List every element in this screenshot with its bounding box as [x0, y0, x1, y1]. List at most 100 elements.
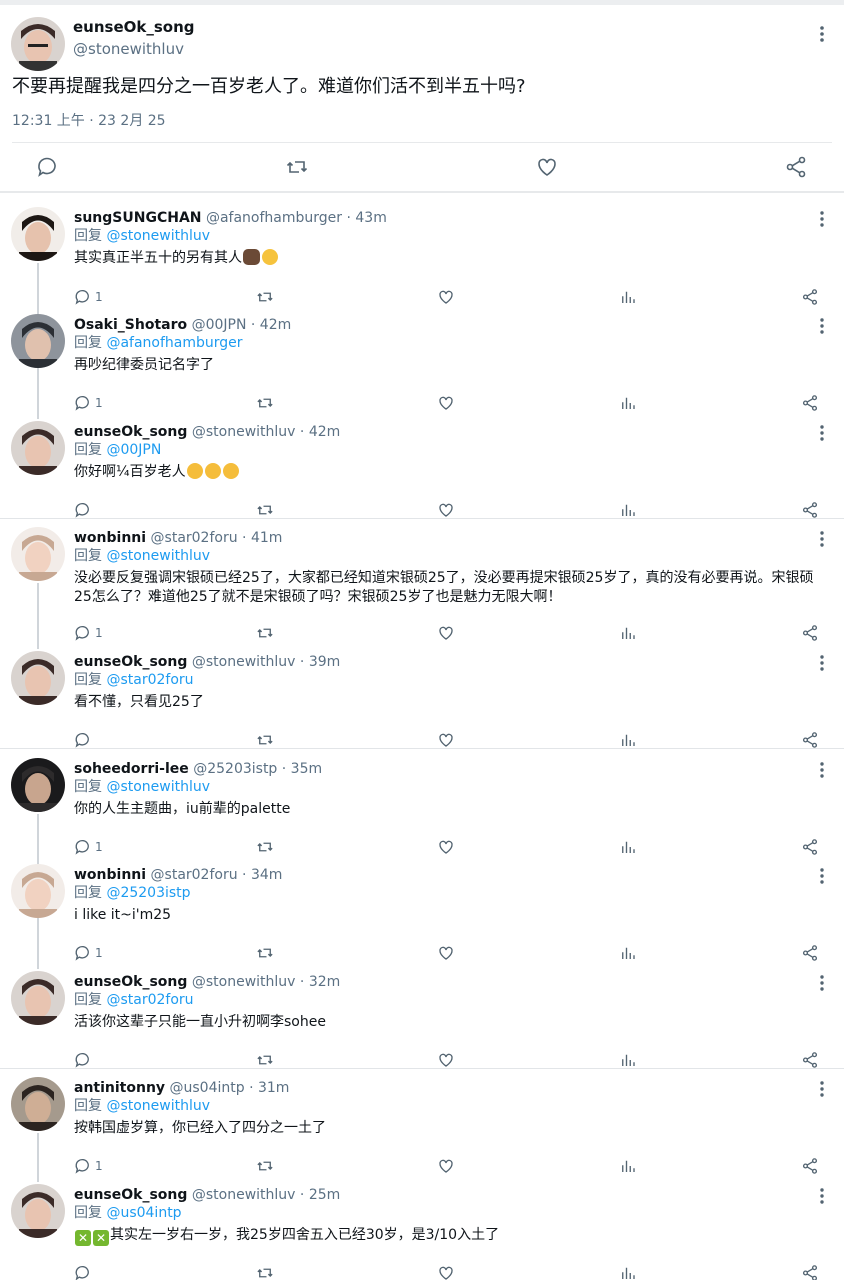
avatar[interactable]: [11, 17, 65, 71]
replying-to-handle[interactable]: @25203istp: [106, 885, 190, 901]
reply-timestamp[interactable]: · 39m: [300, 654, 340, 670]
retweet-icon[interactable]: [256, 837, 274, 857]
more-options-icon[interactable]: [814, 209, 830, 231]
share-icon[interactable]: [784, 155, 808, 179]
reply-icon[interactable]: 1: [74, 623, 103, 643]
reply-timestamp[interactable]: · 41m: [242, 530, 282, 546]
more-options-icon[interactable]: [814, 866, 830, 888]
avatar[interactable]: [11, 864, 65, 918]
more-options-icon[interactable]: [814, 316, 830, 338]
avatar[interactable]: [11, 527, 65, 581]
reply-icon[interactable]: [36, 155, 60, 179]
reply-tweet[interactable]: antinitonny @us04intp · 31m 回复 @stonewith…: [0, 1077, 844, 1178]
stats-icon[interactable]: [619, 730, 637, 750]
retweet-icon[interactable]: [256, 623, 274, 643]
share-icon[interactable]: [801, 730, 819, 750]
reply-tweet[interactable]: soheedorri-lee @25203istp · 35m 回复 @stone…: [0, 758, 844, 859]
replying-to-handle[interactable]: @us04intp: [106, 1205, 181, 1221]
share-icon[interactable]: [801, 837, 819, 857]
avatar[interactable]: [11, 1184, 65, 1238]
reply-icon[interactable]: 1: [74, 1156, 103, 1176]
replying-to-handle[interactable]: @afanofhamburger: [106, 335, 242, 351]
reply-timestamp[interactable]: · 31m: [249, 1080, 289, 1096]
reply-tweet[interactable]: Osaki_Shotaro @00JPN · 42m 回复 @afanofhamb…: [0, 314, 844, 415]
more-options-icon[interactable]: [814, 760, 830, 782]
reply-timestamp[interactable]: · 43m: [346, 210, 386, 226]
like-icon[interactable]: [437, 943, 455, 963]
more-options-icon[interactable]: [814, 23, 830, 45]
stats-icon[interactable]: [619, 623, 637, 643]
share-icon[interactable]: [801, 287, 819, 307]
stats-icon[interactable]: [619, 943, 637, 963]
stats-icon[interactable]: [619, 837, 637, 857]
reply-timestamp[interactable]: · 25m: [300, 1187, 340, 1203]
reply-icon[interactable]: [74, 730, 95, 750]
like-icon[interactable]: [437, 393, 455, 413]
more-options-icon[interactable]: [814, 1186, 830, 1208]
author-handle[interactable]: @stonewithluv: [192, 1187, 296, 1203]
like-icon[interactable]: [437, 730, 455, 750]
retweet-icon[interactable]: [285, 155, 309, 179]
replying-to-handle[interactable]: @star02foru: [106, 992, 193, 1008]
author-handle[interactable]: @stonewithluv: [192, 654, 296, 670]
reply-tweet[interactable]: eunseOk_song @stonewithluv · 32m 回复 @star…: [0, 971, 844, 1072]
author-name[interactable]: wonbinni: [74, 867, 146, 883]
retweet-icon[interactable]: [256, 393, 274, 413]
avatar[interactable]: [11, 314, 65, 368]
stats-icon[interactable]: [619, 287, 637, 307]
reply-timestamp[interactable]: · 42m: [300, 424, 340, 440]
replying-to-handle[interactable]: @stonewithluv: [106, 1098, 210, 1114]
reply-icon[interactable]: 1: [74, 287, 103, 307]
share-icon[interactable]: [801, 1263, 819, 1280]
stats-icon[interactable]: [619, 1050, 637, 1070]
avatar[interactable]: [11, 1077, 65, 1131]
author-name[interactable]: eunseOk_song: [73, 17, 195, 37]
reply-tweet[interactable]: wonbinni @star02foru · 41m 回复 @stonewithl…: [0, 527, 844, 645]
reply-icon[interactable]: [74, 500, 95, 520]
replying-to-handle[interactable]: @stonewithluv: [106, 779, 210, 795]
author-name[interactable]: soheedorri-lee: [74, 761, 189, 777]
avatar[interactable]: [11, 207, 65, 261]
retweet-icon[interactable]: [256, 1263, 274, 1280]
replying-to-handle[interactable]: @stonewithluv: [106, 228, 210, 244]
author-name[interactable]: wonbinni: [74, 530, 146, 546]
retweet-icon[interactable]: [256, 500, 274, 520]
more-options-icon[interactable]: [814, 973, 830, 995]
share-icon[interactable]: [801, 1156, 819, 1176]
author-name[interactable]: eunseOk_song: [74, 974, 187, 990]
avatar[interactable]: [11, 421, 65, 475]
replying-to-handle[interactable]: @00JPN: [106, 442, 161, 458]
stats-icon[interactable]: [619, 1156, 637, 1176]
reply-icon[interactable]: 1: [74, 837, 103, 857]
like-icon[interactable]: [437, 500, 455, 520]
like-icon[interactable]: [437, 287, 455, 307]
share-icon[interactable]: [801, 393, 819, 413]
replying-to-handle[interactable]: @star02foru: [106, 672, 193, 688]
tweet-timestamp[interactable]: 12:31 上午 · 23 2月 25: [12, 111, 166, 131]
share-icon[interactable]: [801, 1050, 819, 1070]
more-options-icon[interactable]: [814, 529, 830, 551]
author-name[interactable]: sungSUNGCHAN: [74, 210, 202, 226]
like-icon[interactable]: [535, 155, 559, 179]
stats-icon[interactable]: [619, 500, 637, 520]
share-icon[interactable]: [801, 943, 819, 963]
share-icon[interactable]: [801, 623, 819, 643]
author-handle[interactable]: @stonewithluv: [192, 974, 296, 990]
author-handle[interactable]: @star02foru: [151, 530, 238, 546]
more-options-icon[interactable]: [814, 1079, 830, 1101]
reply-tweet[interactable]: sungSUNGCHAN @afanofhamburger · 43m 回复 @s…: [0, 207, 844, 309]
avatar[interactable]: [11, 651, 65, 705]
author-name[interactable]: eunseOk_song: [74, 1187, 187, 1203]
author-handle[interactable]: @stonewithluv: [73, 39, 184, 59]
avatar[interactable]: [11, 971, 65, 1025]
reply-timestamp[interactable]: · 42m: [251, 317, 291, 333]
author-handle[interactable]: @25203istp: [193, 761, 277, 777]
like-icon[interactable]: [437, 1263, 455, 1280]
retweet-icon[interactable]: [256, 730, 274, 750]
reply-icon[interactable]: [74, 1050, 95, 1070]
reply-icon[interactable]: 1: [74, 943, 103, 963]
author-handle[interactable]: @stonewithluv: [192, 424, 296, 440]
stats-icon[interactable]: [619, 393, 637, 413]
author-name[interactable]: Osaki_Shotaro: [74, 317, 187, 333]
author-name[interactable]: eunseOk_song: [74, 654, 187, 670]
